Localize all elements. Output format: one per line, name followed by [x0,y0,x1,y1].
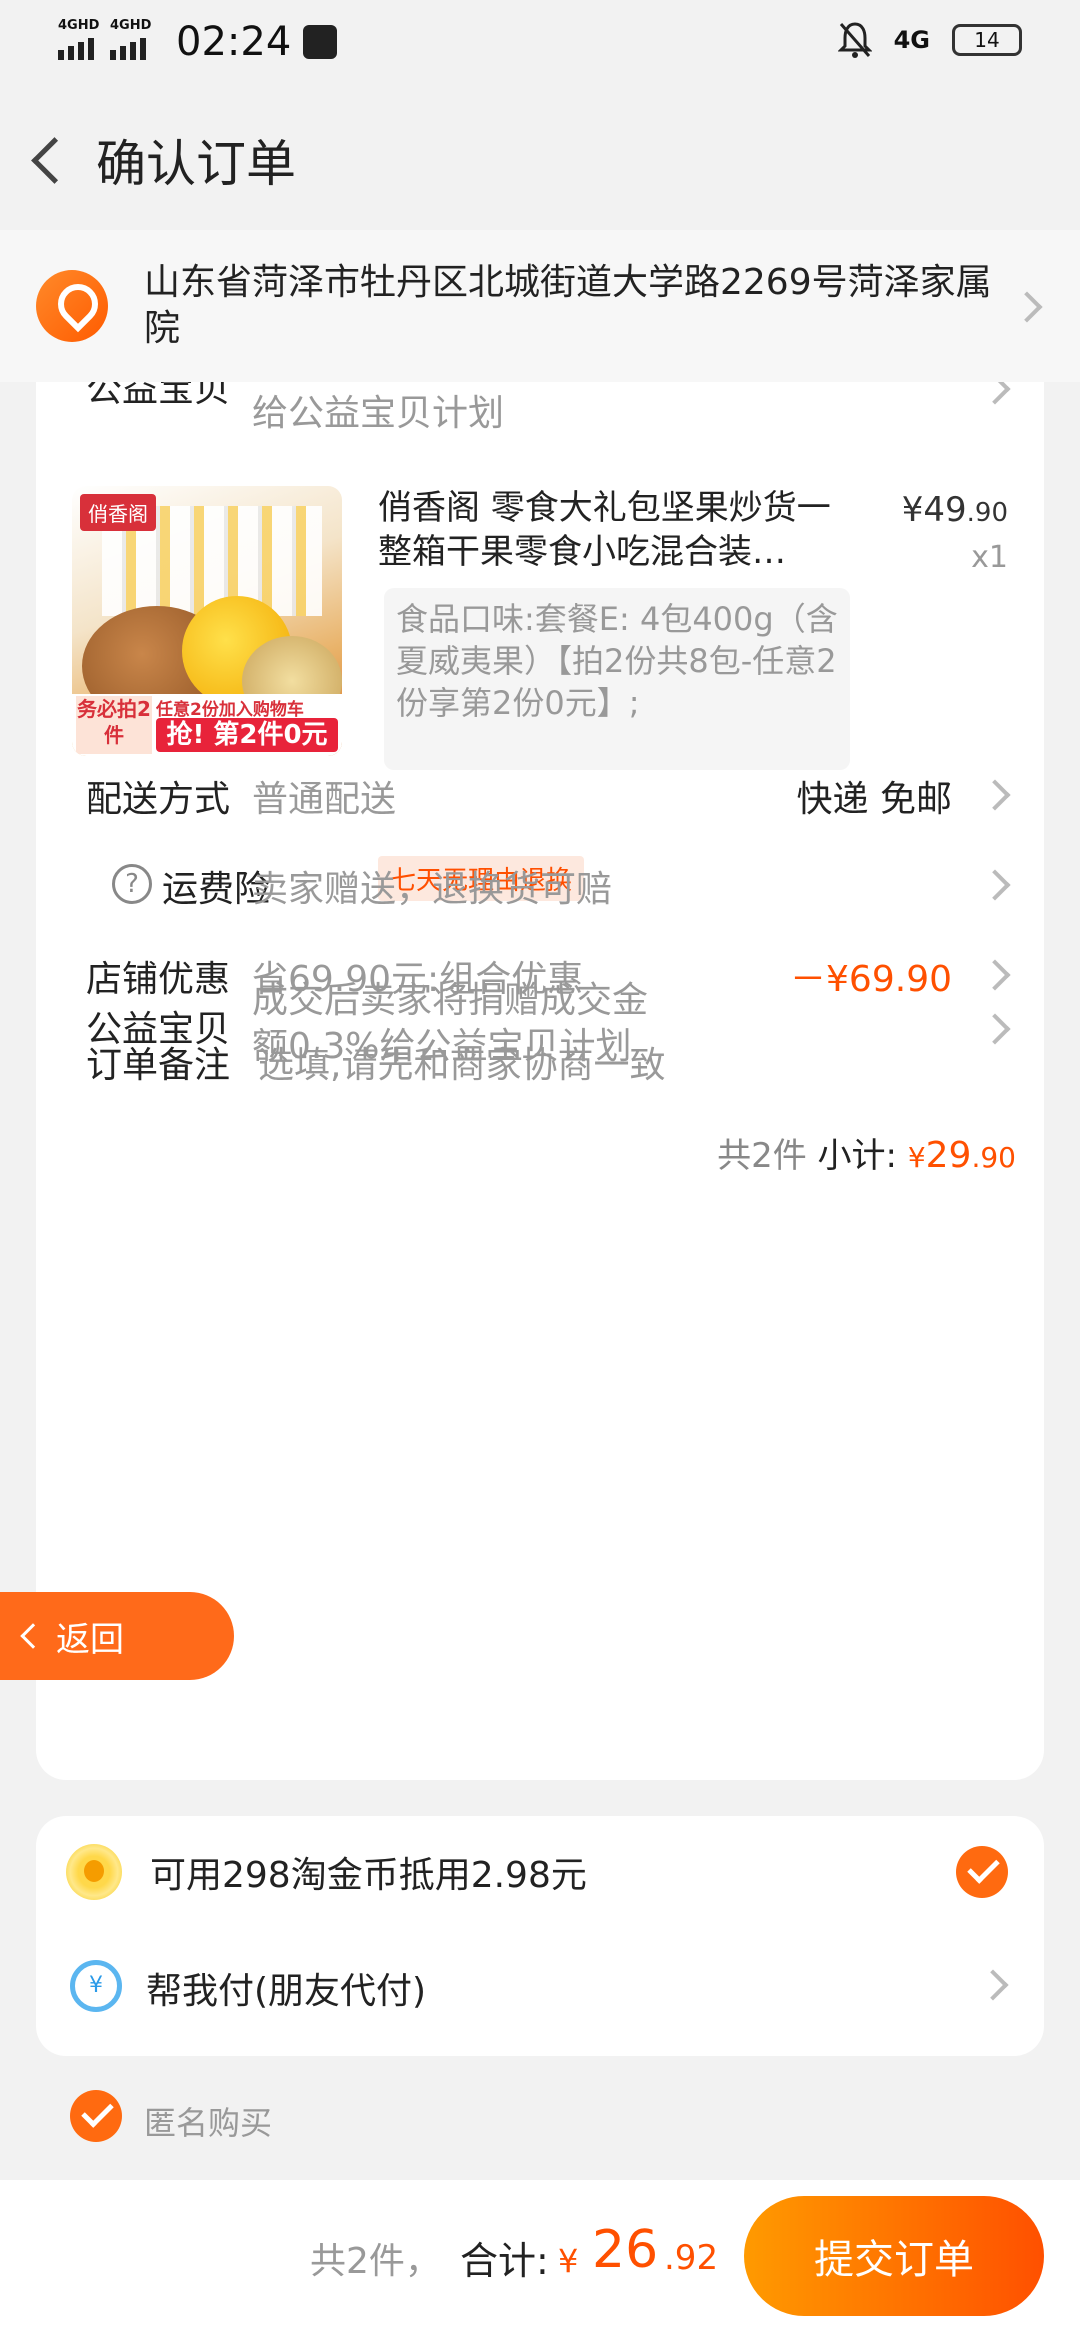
delivery-method: 快递 免邮 [796,779,952,820]
network-label: 4G [893,26,930,54]
location-pin-icon [36,270,108,342]
clock: 02:24 [176,19,292,65]
checkout-bar: 共2件， 合计: ¥ 26 .92 提交订单 [0,2180,1080,2340]
total-label: 合计: [460,2239,549,2283]
floating-back-button[interactable]: 返回 [0,1592,234,1680]
total-amount: 26 [592,2220,659,2280]
product-image-promo-top: 任意2份加入购物车 [156,700,304,720]
subtotal-count: 共2件 [717,1136,807,1176]
product-quantity: x1 [971,540,1008,575]
total-decimal: .92 [664,2238,719,2278]
signal-label: 4GHD [58,18,100,33]
address-bar[interactable]: 山东省菏泽市牡丹区北城街道大学路2269号菏泽家属院 [0,230,1080,382]
product-image-brand: 俏香阁 [80,494,156,531]
chevron-right-icon [977,1969,1009,2001]
page-header: 确认订单 [0,100,1080,220]
anonymous-label: 匿名购买 [144,2104,273,2142]
status-bar: 4GHD 4GHD 02:24 4G 14 [0,0,1080,84]
note-label: 订单备注 [85,1045,230,1086]
delivery-label: 配送方式 [85,779,230,820]
chevron-right-icon [979,779,1011,811]
friend-pay-label[interactable]: 帮我付(朋友代付) [146,1962,426,2014]
chevron-right-icon [979,959,1011,991]
product-spec[interactable]: 食品口味:套餐E: 4包400g（含夏威夷果）【拍2份共8包-任意2份享第2份0… [384,588,850,770]
address-text: 山东省菏泽市牡丹区北城街道大学路2269号菏泽家属院 [144,262,992,349]
price-int: ¥49 [901,490,967,530]
submit-order-button[interactable]: 提交订单 [744,2196,1044,2316]
help-circle-icon[interactable]: ? [112,864,152,904]
product-image-must: 务必拍2件 [76,696,152,754]
battery-level: 14 [974,28,1000,52]
page-title: 确认订单 [96,135,296,193]
product-title[interactable]: 俏香阁 零食大礼包坚果炒货一整箱干果零食小吃混合装… [378,486,858,574]
discount-value: 省69.90元:组合优惠 [252,959,584,1000]
coins-label: 可用298淘金币抵用2.98元 [150,1855,587,1896]
chevron-right-icon [979,869,1011,901]
payment-app-icon [303,25,338,59]
product-image[interactable]: 俏香阁 务必拍2件 任意2份加入购物车 抢! 第2件0元 [72,486,342,756]
battery-icon: 14 [952,24,1022,56]
friend-pay-icon: ¥ [70,1960,122,2012]
payment-options-card: 可用298淘金币抵用2.98元 ¥ 帮我付(朋友代付) [36,1816,1044,2056]
price-dec: .90 [966,498,1008,528]
charity-value-partial: 给公益宝贝计划 [252,393,505,434]
subtotal-line: 共2件 小计: ¥29.90 [717,1128,1016,1177]
product-price: ¥49.90 [902,490,1008,530]
total-currency: ¥ [558,2242,579,2280]
signal-label-2: 4GHD [110,18,152,33]
taojinbi-coin-icon [66,1844,122,1900]
insurance-value: 卖家赠送，退换货可赔 [252,869,613,910]
subtotal-amount: 29 [925,1135,972,1176]
delivery-value: 普通配送 [252,779,397,820]
chevron-right-icon [979,1013,1011,1045]
anonymous-checkbox[interactable] [70,2090,122,2142]
signal-icon-2: 4GHD [110,18,151,60]
floating-back-label: 返回 [56,1619,124,1660]
discount-amount: －¥69.90 [790,959,952,1000]
chevron-left-icon [20,1623,46,1649]
total-count: 共2件， [310,2241,441,2282]
back-chevron-icon[interactable] [24,134,76,186]
subtotal-decimal: .90 [971,1141,1016,1174]
signal-icon: 4GHD [58,18,99,60]
order-card: 公益宝贝 给公益宝贝计划 俏香阁 务必拍2件 任意2份加入购物车 抢! 第2件0… [36,369,1044,1780]
note-input[interactable]: 选填,请先和商家协商一致 [258,1036,665,1088]
product-image-promo: 抢! 第2件0元 [156,718,338,752]
bell-muted-icon [836,20,873,60]
discount-label: 店铺优惠 [85,959,230,1000]
subtotal-currency: ¥ [907,1141,926,1174]
subtotal-label: 小计: [817,1136,898,1176]
coins-checkbox[interactable] [956,1846,1008,1898]
